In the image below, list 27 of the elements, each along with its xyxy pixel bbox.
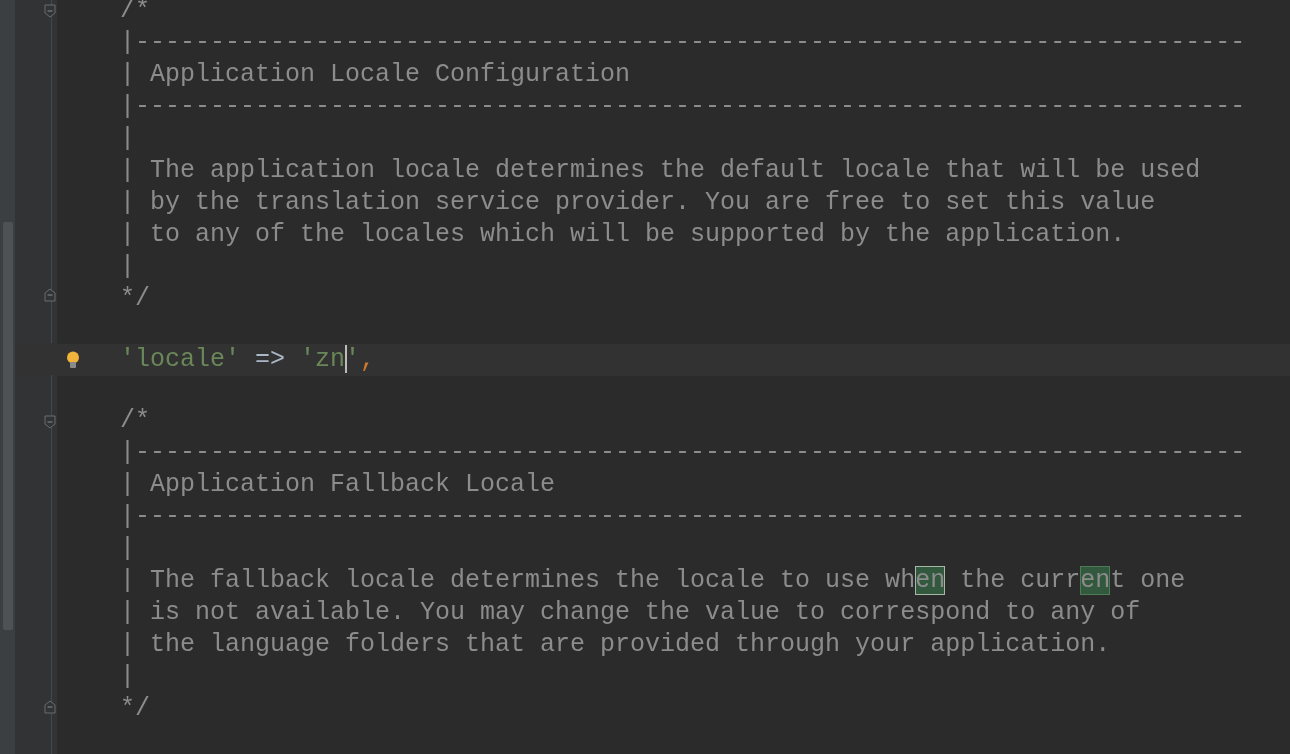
comment-line: | Application Locale Configuration [120,59,631,91]
comment-line: | [120,533,135,565]
comment-line: | the language folders that are provided through your application. [120,629,1111,661]
comment-line: | The application locale determines the default locale that will be used [120,155,1201,187]
comment-line: */ [120,693,150,725]
comment-line: | is not available. You may change the value to correspond to any of [120,597,1141,629]
comment-line: | to any of the locales which will be supported by the application. [120,219,1126,251]
fold-marker-icon[interactable] [44,288,56,303]
fold-marker-icon[interactable] [44,3,56,18]
comment-line: |-------------------------------------------------------------------------- [120,437,1246,469]
code-line: 'locale' => 'zn', [120,344,376,376]
comment-line: | Application Fallback Locale [120,469,556,501]
fold-marker-icon[interactable] [44,699,56,714]
comment-line: |-------------------------------------------------------------------------- [120,91,1246,123]
lightbulb-icon[interactable] [66,351,80,369]
comment-line: |-------------------------------------------------------------------------- [120,501,1246,533]
comment-line: | by the translation service provider. You are free to set this value [120,187,1156,219]
comment-line: | The fallback locale determines the locale to use when the current one [120,565,1186,597]
comment-line: /* [120,405,150,437]
comment-line: | [120,251,135,283]
comment-line: */ [120,283,150,315]
search-match: en [1080,566,1111,595]
fold-marker-icon[interactable] [44,414,56,429]
comment-line: | [120,661,135,693]
comment-line: |-------------------------------------------------------------------------- [120,27,1246,59]
comment-line: | [120,123,135,155]
search-match: en [915,566,946,595]
